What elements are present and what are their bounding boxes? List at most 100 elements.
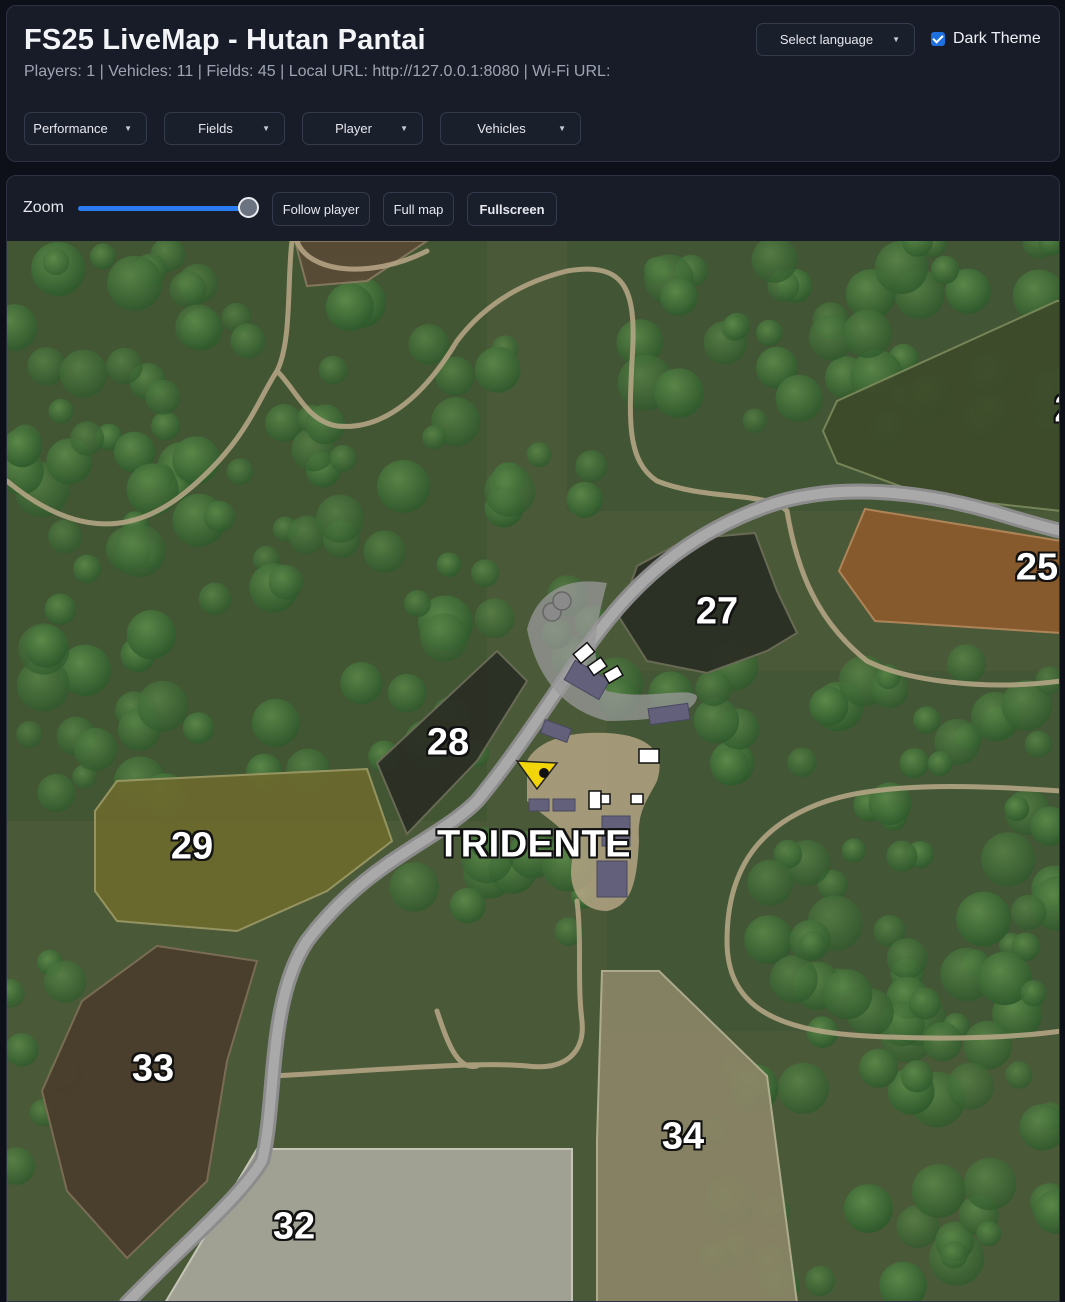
tree-cluster	[37, 773, 76, 813]
field-label-2: 2	[1054, 389, 1059, 432]
tree-cluster	[653, 368, 704, 418]
chevron-down-icon: ▼	[892, 35, 900, 44]
tree-cluster	[799, 930, 827, 959]
tree-cluster	[24, 625, 68, 668]
tree-cluster	[340, 661, 383, 705]
player-dropdown-label: Player	[335, 121, 372, 136]
vehicles-dropdown-label: Vehicles	[477, 121, 526, 136]
zoom-slider-thumb[interactable]	[238, 197, 259, 218]
tree-cluster	[1004, 796, 1030, 821]
tree-cluster	[59, 349, 108, 398]
chevron-down-icon: ▼	[558, 124, 566, 133]
fields-dropdown[interactable]: Fields ▼	[164, 112, 285, 145]
field-label-29: 29	[170, 825, 214, 868]
tree-cluster	[963, 1020, 1013, 1070]
tree-cluster	[325, 283, 374, 331]
field-label-25: 25	[1015, 546, 1059, 589]
tree-cluster	[422, 425, 447, 450]
zoom-slider[interactable]	[78, 206, 248, 211]
tree-cluster	[172, 436, 221, 485]
tree-cluster	[981, 832, 1036, 887]
performance-dropdown-label: Performance	[33, 121, 108, 136]
tree-cluster	[742, 408, 767, 433]
tree-cluster	[169, 270, 207, 308]
language-select[interactable]: Select language ▼	[756, 23, 915, 56]
tree-cluster	[756, 319, 783, 347]
tree-cluster	[175, 304, 221, 351]
tree-cluster	[42, 248, 70, 276]
tree-cluster	[956, 891, 1011, 947]
field-label-32: 32	[272, 1205, 316, 1248]
vehicles-dropdown[interactable]: Vehicles ▼	[440, 112, 581, 145]
tree-cluster	[1024, 730, 1052, 758]
full-map-button[interactable]: Full map	[383, 192, 454, 226]
tree-cluster	[747, 859, 794, 906]
app-title: FS25 LiveMap - Hutan Pantai	[24, 24, 426, 56]
tree-cluster	[318, 355, 348, 385]
tree-cluster	[251, 698, 300, 747]
tree-cluster	[946, 644, 986, 684]
tree-cluster	[198, 582, 232, 616]
tree-cluster	[27, 347, 66, 386]
tree-cluster	[112, 524, 166, 578]
tree-cluster	[911, 1164, 966, 1218]
tree-cluster	[566, 481, 603, 518]
tree-cluster	[886, 840, 918, 872]
tree-cluster	[805, 1265, 836, 1296]
tree-cluster	[769, 955, 818, 1004]
zoom-label: Zoom	[23, 199, 64, 216]
tree-cluster	[976, 1221, 1002, 1247]
chevron-down-icon: ▼	[124, 124, 132, 133]
tree-cluster	[787, 747, 817, 777]
tree-cluster	[107, 255, 163, 311]
player-dropdown[interactable]: Player ▼	[302, 112, 423, 145]
tree-cluster	[843, 309, 892, 358]
tree-cluster	[145, 379, 181, 415]
tree-cluster	[711, 747, 750, 786]
tree-cluster	[315, 494, 365, 543]
tree-cluster	[908, 987, 941, 1020]
tree-cluster	[203, 500, 236, 533]
tree-cluster	[1005, 1061, 1033, 1089]
tree-cluster	[927, 751, 953, 776]
dark-theme-checkbox[interactable]	[931, 32, 945, 46]
tree-cluster	[48, 398, 74, 424]
map-view[interactable]: 27 28 29 25 33 34 32 2 TRIDENTE	[7, 241, 1060, 1302]
tree-cluster	[744, 915, 793, 964]
tree-cluster	[44, 593, 76, 625]
tree-cluster	[474, 598, 515, 639]
tree-cluster	[660, 278, 698, 316]
tree-cluster	[947, 1062, 994, 1110]
tree-cluster	[474, 346, 521, 393]
map-terrain[interactable]	[7, 241, 1060, 1302]
tree-cluster	[48, 519, 82, 554]
tree-cluster	[484, 465, 536, 517]
tree-cluster	[922, 1022, 963, 1062]
follow-player-button[interactable]: Follow player	[272, 192, 370, 226]
tree-cluster	[841, 838, 867, 863]
dark-theme-toggle[interactable]: Dark Theme	[931, 30, 1041, 48]
tree-cluster	[182, 712, 215, 744]
fullscreen-button[interactable]: Fullscreen	[467, 192, 557, 226]
performance-dropdown[interactable]: Performance ▼	[24, 112, 147, 145]
fields-dropdown-label: Fields	[198, 121, 233, 136]
tree-cluster	[151, 411, 181, 441]
tree-cluster	[886, 938, 928, 979]
tree-cluster	[70, 421, 105, 456]
tree-cluster	[268, 564, 304, 600]
tree-cluster	[575, 450, 608, 483]
chevron-down-icon: ▼	[262, 124, 270, 133]
tree-cluster	[226, 458, 254, 486]
tree-cluster	[329, 444, 357, 473]
chevron-down-icon: ▼	[400, 124, 408, 133]
language-select-label: Select language	[779, 32, 874, 47]
tree-cluster	[940, 1241, 968, 1269]
tree-cluster	[449, 887, 486, 924]
tree-cluster	[822, 969, 873, 1020]
dark-theme-label: Dark Theme	[953, 30, 1041, 47]
tree-cluster	[913, 706, 941, 734]
status-line: Players: 1 | Vehicles: 11 | Fields: 45 |…	[24, 63, 611, 80]
tree-cluster	[775, 374, 823, 422]
tree-cluster	[126, 610, 176, 660]
tree-cluster	[844, 1184, 893, 1233]
